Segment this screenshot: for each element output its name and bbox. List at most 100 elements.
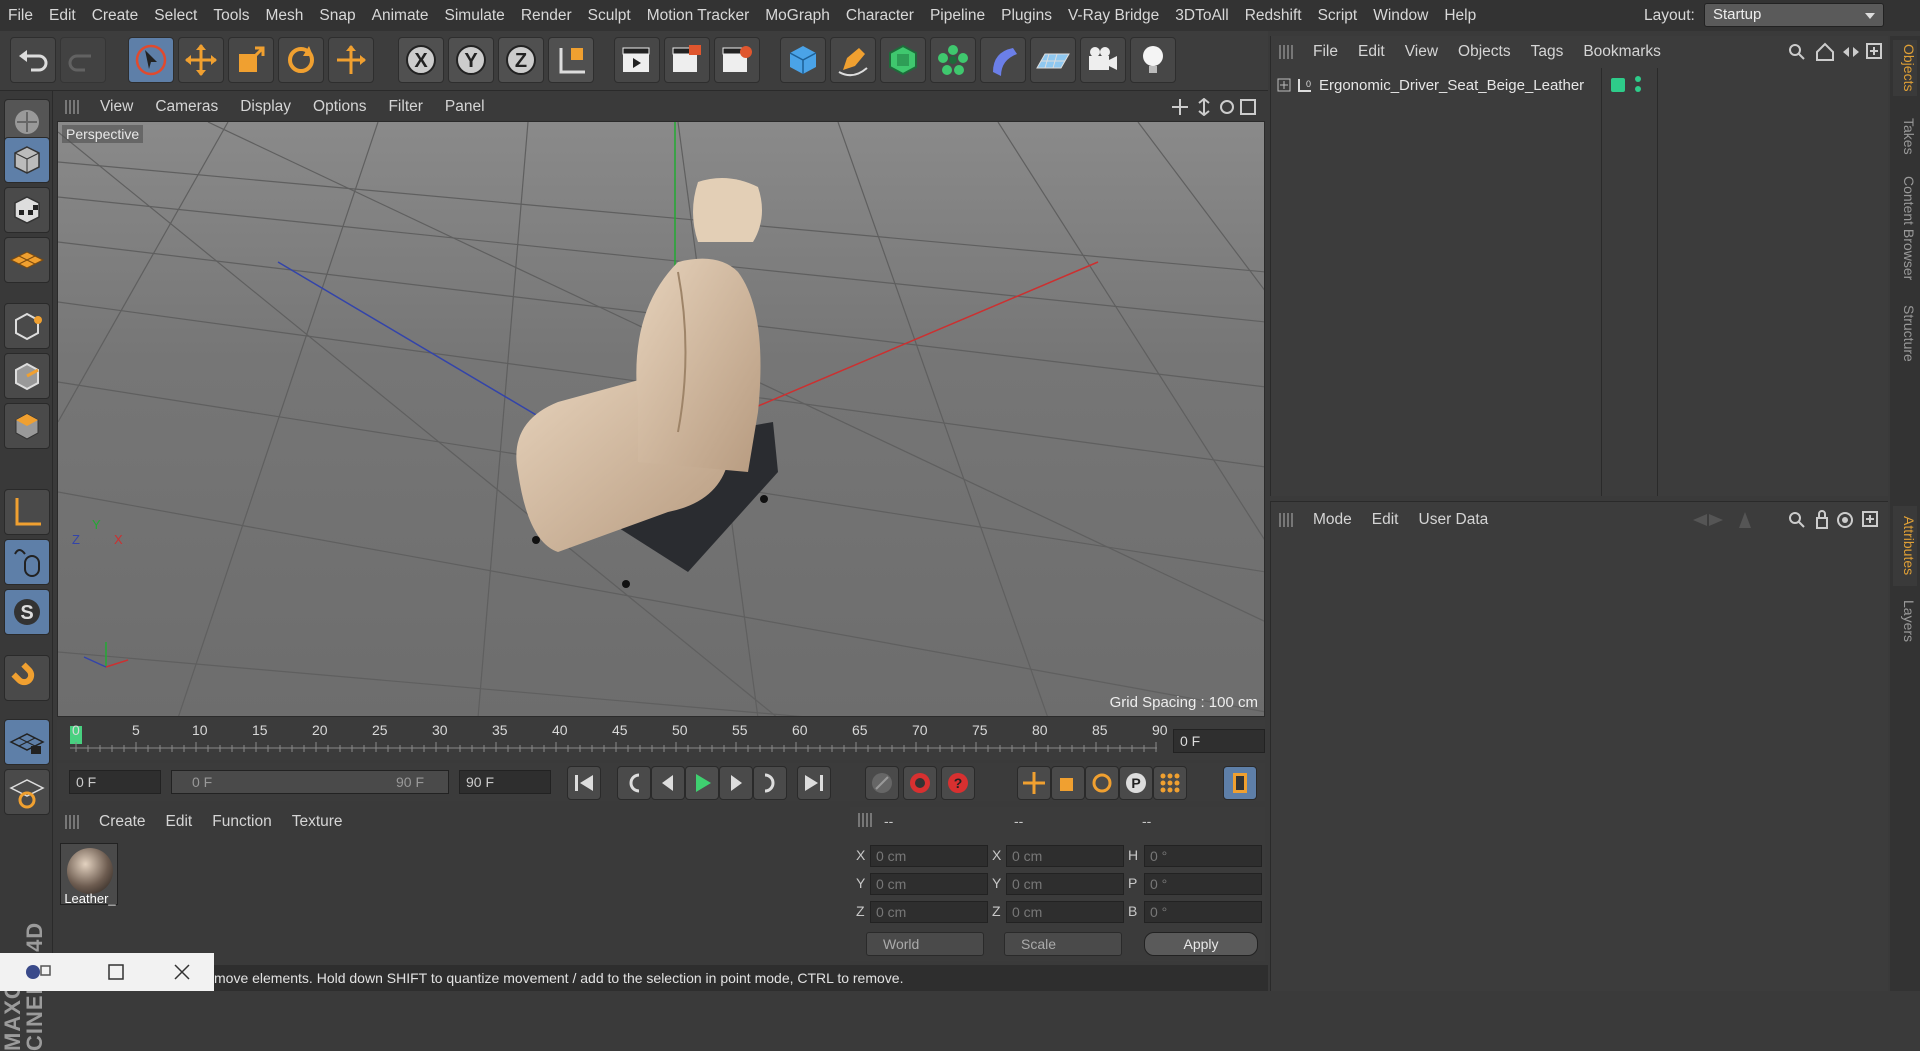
x-axis-lock-button[interactable]: X	[398, 37, 444, 83]
material-menu-create[interactable]: Create	[89, 813, 156, 831]
layer-color-tag[interactable]	[1611, 78, 1625, 92]
solo-button[interactable]: S	[4, 589, 50, 635]
play-button[interactable]	[685, 766, 719, 800]
object-menu-tags[interactable]: Tags	[1521, 43, 1574, 61]
y-axis-lock-button[interactable]: Y	[448, 37, 494, 83]
object-menu-file[interactable]: File	[1303, 43, 1348, 61]
record-keys-button[interactable]	[865, 766, 899, 800]
transform-tool-button[interactable]	[328, 37, 374, 83]
go-to-start-button[interactable]	[567, 766, 601, 800]
panel-grip-icon[interactable]	[65, 100, 79, 114]
render-to-picture-viewer-button[interactable]	[664, 37, 710, 83]
expand-icon[interactable]	[1277, 78, 1291, 92]
undo-button[interactable]	[10, 37, 56, 83]
coordinate-system-button[interactable]	[548, 37, 594, 83]
spline-pen-button[interactable]	[830, 37, 876, 83]
object-menu-objects[interactable]: Objects	[1448, 43, 1521, 61]
workplane-rotate-button[interactable]	[4, 769, 50, 815]
points-mode-button[interactable]	[4, 303, 50, 349]
size-x-field[interactable]: 0 cm	[1006, 845, 1124, 867]
next-frame-button[interactable]	[719, 766, 753, 800]
material-menu-function[interactable]: Function	[202, 813, 281, 831]
floor-button[interactable]	[1030, 37, 1076, 83]
go-to-end-button[interactable]	[797, 766, 831, 800]
size-y-field[interactable]: 0 cm	[1006, 873, 1124, 895]
viewport-menu-panel[interactable]: Panel	[434, 98, 496, 116]
apply-button[interactable]: Apply	[1144, 932, 1258, 956]
workplane-mode-button[interactable]	[4, 237, 50, 283]
menu-vray-bridge[interactable]: V-Ray Bridge	[1060, 0, 1167, 31]
viewport-menu-display[interactable]: Display	[229, 98, 302, 116]
menu-redshift[interactable]: Redshift	[1237, 0, 1310, 31]
frame-range-slider[interactable]: 0 F 90 F	[171, 770, 449, 794]
render-view-button[interactable]	[614, 37, 660, 83]
key-parameter-button[interactable]: P	[1119, 766, 1153, 800]
layout-select[interactable]: Startup	[1704, 3, 1884, 27]
start-frame-field[interactable]: 0 F	[69, 770, 161, 794]
object-name[interactable]: Ergonomic_Driver_Seat_Beige_Leather	[1319, 77, 1584, 94]
timeline-window-button[interactable]	[1223, 766, 1257, 800]
next-key-button[interactable]	[753, 766, 787, 800]
menu-script[interactable]: Script	[1310, 0, 1366, 31]
attribute-tools-icons[interactable]	[1683, 510, 1883, 530]
position-x-field[interactable]: 0 cm	[870, 845, 988, 867]
light-button[interactable]	[1130, 37, 1176, 83]
object-manager-tools-icons[interactable]	[1787, 42, 1883, 62]
menu-simulate[interactable]: Simulate	[437, 0, 513, 31]
render-visibility-dot[interactable]	[1635, 86, 1641, 92]
rotation-b-field[interactable]: 0 °	[1144, 901, 1262, 923]
rotation-h-field[interactable]: 0 °	[1144, 845, 1262, 867]
panel-grip-icon[interactable]	[858, 813, 872, 827]
scale-tool-button[interactable]	[228, 37, 274, 83]
cloner-button[interactable]	[930, 37, 976, 83]
menu-file[interactable]: File	[0, 0, 41, 31]
cube-primitive-button[interactable]	[780, 37, 826, 83]
menu-pipeline[interactable]: Pipeline	[922, 0, 993, 31]
axis-mode-button[interactable]	[4, 489, 50, 535]
tab-content-browser[interactable]: Content Browser	[1893, 172, 1917, 284]
snap-button[interactable]	[4, 655, 50, 701]
menu-3dtoall[interactable]: 3DToAll	[1167, 0, 1236, 31]
viewport-navigation-icons[interactable]	[1171, 98, 1257, 116]
tab-structure[interactable]: Structure	[1893, 300, 1917, 366]
autokeying-button[interactable]	[903, 766, 937, 800]
attribute-menu-user-data[interactable]: User Data	[1409, 511, 1499, 529]
menu-window[interactable]: Window	[1365, 0, 1436, 31]
panel-grip-icon[interactable]	[1279, 45, 1293, 59]
maximize-icon[interactable]	[108, 964, 124, 980]
menu-mesh[interactable]: Mesh	[258, 0, 312, 31]
close-icon[interactable]	[174, 964, 190, 980]
scale-dropdown[interactable]: Scale	[1004, 932, 1122, 956]
menu-help[interactable]: Help	[1436, 0, 1484, 31]
menu-character[interactable]: Character	[838, 0, 922, 31]
menu-create[interactable]: Create	[84, 0, 147, 31]
object-menu-edit[interactable]: Edit	[1348, 43, 1395, 61]
position-y-field[interactable]: 0 cm	[870, 873, 988, 895]
menu-snap[interactable]: Snap	[311, 0, 363, 31]
key-scale-button[interactable]	[1051, 766, 1085, 800]
menu-select[interactable]: Select	[146, 0, 205, 31]
panel-grip-icon[interactable]	[65, 815, 79, 829]
keyframe-selection-button[interactable]: ?	[941, 766, 975, 800]
viewport-menu-options[interactable]: Options	[302, 98, 377, 116]
viewport-menu-cameras[interactable]: Cameras	[144, 98, 229, 116]
attribute-menu-mode[interactable]: Mode	[1303, 511, 1362, 529]
panel-grip-icon[interactable]	[1279, 513, 1293, 527]
rotate-tool-button[interactable]	[278, 37, 324, 83]
key-position-button[interactable]	[1017, 766, 1051, 800]
material-swatch[interactable]: Leather_	[60, 843, 118, 906]
restore-app-icon[interactable]	[24, 963, 54, 981]
viewport-menu-filter[interactable]: Filter	[377, 98, 433, 116]
move-tool-button[interactable]	[178, 37, 224, 83]
menu-motion-tracker[interactable]: Motion Tracker	[639, 0, 758, 31]
material-menu-edit[interactable]: Edit	[156, 813, 203, 831]
subdivision-surface-button[interactable]	[880, 37, 926, 83]
menu-mograph[interactable]: MoGraph	[757, 0, 838, 31]
tweak-mode-button[interactable]	[4, 539, 50, 585]
previous-frame-button[interactable]	[651, 766, 685, 800]
object-menu-bookmarks[interactable]: Bookmarks	[1573, 43, 1671, 61]
tab-takes[interactable]: Takes	[1893, 114, 1917, 158]
model-mode-button[interactable]	[4, 137, 50, 183]
material-menu-texture[interactable]: Texture	[282, 813, 353, 831]
current-frame-field[interactable]: 0 F	[1173, 729, 1265, 753]
